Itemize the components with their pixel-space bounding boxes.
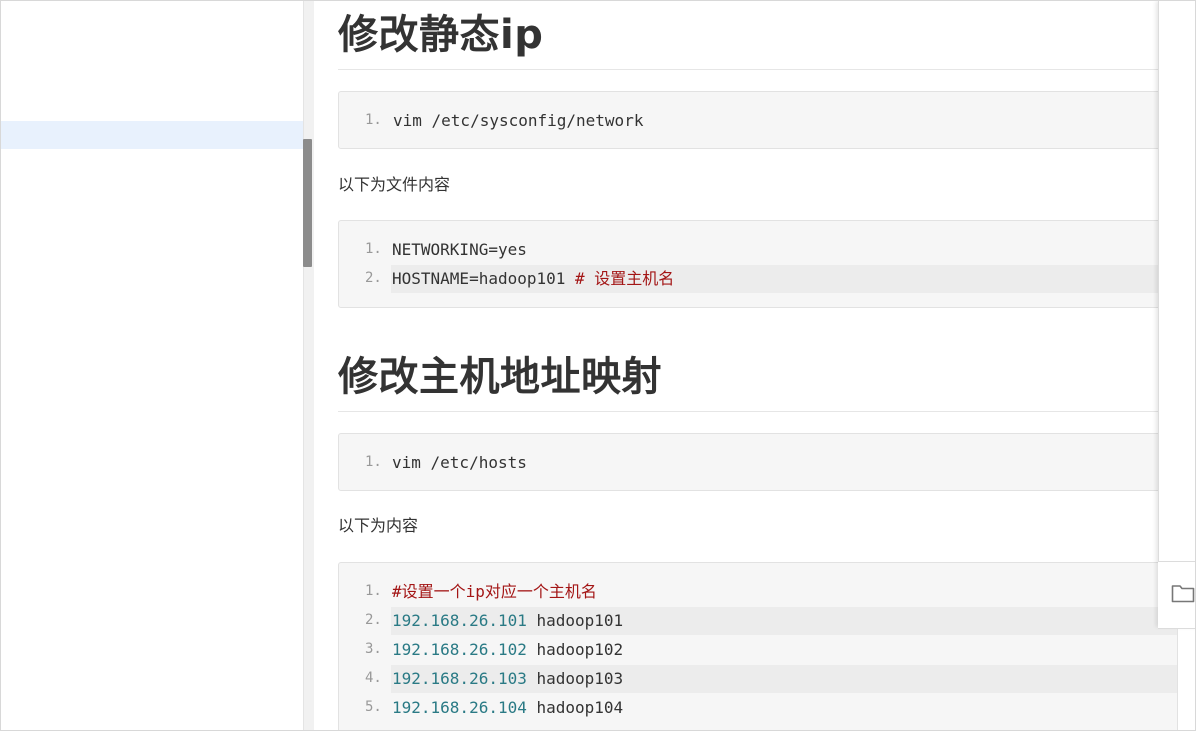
line-number: 2.: [365, 612, 382, 628]
code-line: 3. 192.168.26.102 hadoop102: [339, 635, 1177, 664]
line-number: 1.: [365, 583, 382, 599]
code-comment: # 设置主机名: [575, 269, 675, 288]
code-line: 2. HOSTNAME=hadoop101 # 设置主机名: [339, 264, 1177, 293]
code-line: 5. 192.168.26.104 hadoop104: [339, 693, 1177, 722]
code-text: 192.168.26.104 hadoop104: [392, 693, 623, 722]
code-line: 1. NETWORKING=yes: [339, 235, 1177, 264]
ip-address: 192.168.26.103: [392, 669, 527, 688]
code-line: 4. 192.168.26.103 hadoop103: [339, 664, 1177, 693]
code-line: 2. 192.168.26.101 hadoop101: [339, 606, 1177, 635]
app-window: 修改静态ip 1. vim /etc/sysconfig/network 以下为…: [0, 0, 1196, 731]
sidebar-scrollbar-thumb[interactable]: [303, 139, 312, 267]
code-block-network-file: 1. NETWORKING=yes 2. HOSTNAME=hadoop101 …: [338, 220, 1178, 308]
code-line: 1. vim /etc/sysconfig/network: [339, 106, 1177, 135]
paragraph-file-content: 以下为文件内容: [338, 175, 451, 194]
code-block-hosts-cmd: 1. vim /etc/hosts: [338, 433, 1178, 491]
hostname: hadoop104: [526, 698, 624, 717]
code-block-hosts-file: 1. #设置一个ip对应一个主机名 2. 192.168.26.101 hado…: [338, 562, 1178, 730]
sidebar: [1, 1, 303, 730]
code-line: 1. vim /etc/hosts: [339, 448, 1177, 477]
ip-address: 192.168.26.102: [392, 640, 527, 659]
code-text: 192.168.26.101 hadoop101: [392, 606, 623, 635]
sidebar-scrollbar-track[interactable]: [303, 1, 314, 730]
heading-divider: [338, 69, 1178, 70]
right-side-panel: [1158, 1, 1195, 627]
code-text: HOSTNAME=hadoop101 # 设置主机名: [392, 264, 674, 293]
code-text: 192.168.26.103 hadoop103: [392, 664, 623, 693]
code-text: NETWORKING=yes: [392, 240, 527, 259]
code-text: vim /etc/hosts: [392, 453, 527, 472]
line-number: 1.: [365, 454, 382, 470]
line-number: 2.: [365, 270, 382, 286]
heading-static-ip: 修改静态ip: [338, 12, 544, 58]
code-text: 192.168.26.102 hadoop102: [392, 635, 623, 664]
sidebar-active-item[interactable]: [1, 121, 303, 149]
hostname: hadoop101: [526, 611, 624, 630]
heading-divider: [338, 411, 1178, 412]
hostname: hadoop103: [526, 669, 624, 688]
line-number: 3.: [365, 641, 382, 657]
ip-address: 192.168.26.101: [392, 611, 527, 630]
article-content: 修改静态ip 1. vim /etc/sysconfig/network 以下为…: [338, 1, 1195, 730]
code-comment: #设置一个ip对应一个主机名: [392, 582, 597, 601]
code-block-network-cmd: 1. vim /etc/sysconfig/network: [338, 91, 1178, 149]
line-number: 1.: [365, 241, 382, 257]
line-number: 4.: [365, 670, 382, 686]
line-number: 5.: [365, 699, 382, 715]
code-text: vim /etc/sysconfig/network: [393, 111, 644, 130]
code-segment: HOSTNAME=hadoop101: [392, 269, 576, 288]
line-number: 1.: [365, 112, 382, 128]
paragraph-hosts-content: 以下为内容: [338, 516, 419, 535]
code-line: 1. #设置一个ip对应一个主机名: [339, 577, 1177, 606]
hostname: hadoop102: [526, 640, 624, 659]
ip-address: 192.168.26.104: [392, 698, 527, 717]
heading-host-mapping: 修改主机地址映射: [338, 354, 662, 400]
folder-icon[interactable]: [1171, 581, 1195, 605]
